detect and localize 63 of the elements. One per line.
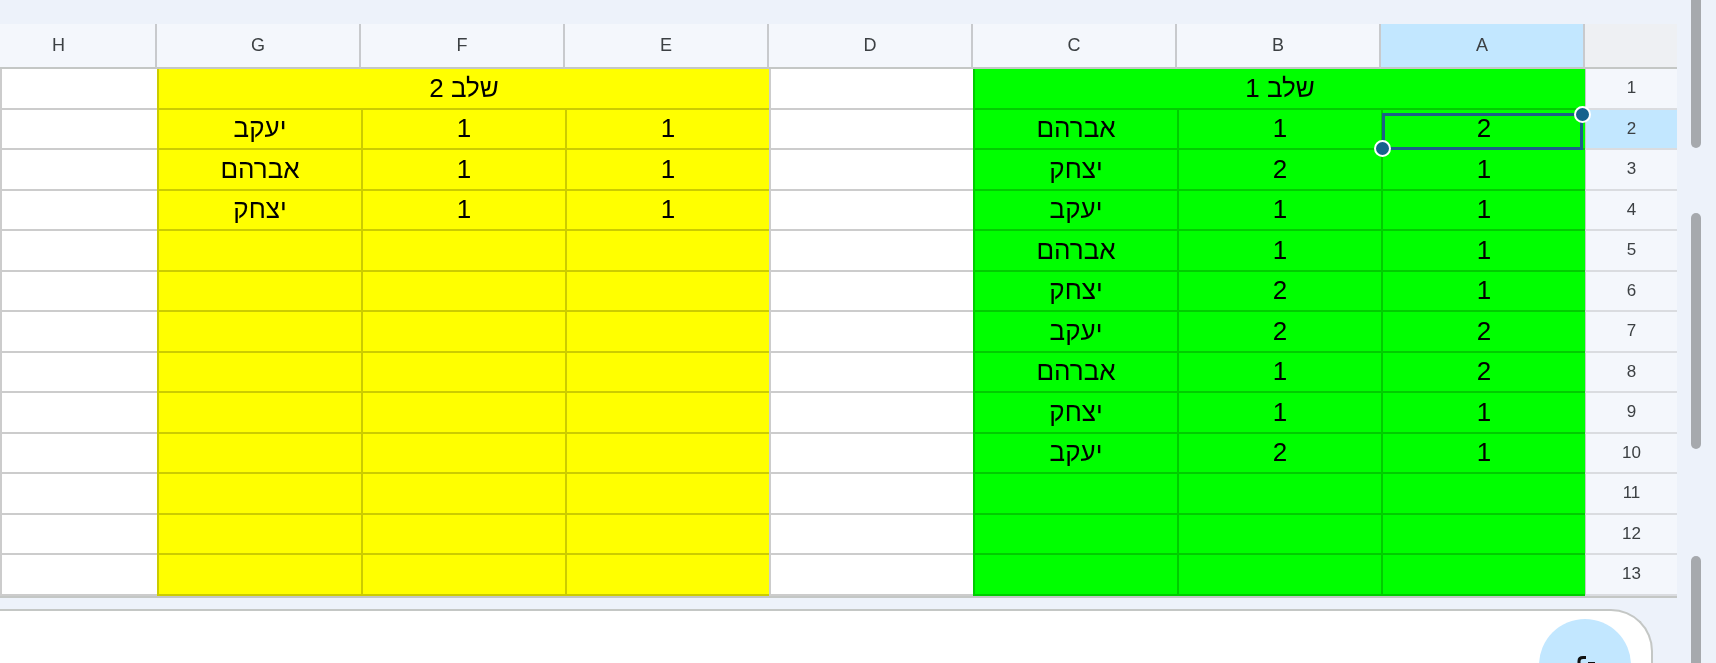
row-header[interactable]: 5 (1585, 231, 1677, 272)
row-header[interactable]: 3 (1585, 150, 1677, 191)
table-cell: 2 (1177, 312, 1381, 353)
table-cell: 1 (1177, 109, 1381, 150)
row-header[interactable]: 1 (1585, 69, 1677, 110)
table-cell: 1 (361, 190, 565, 231)
scrollbar-thumb[interactable] (1691, 213, 1701, 449)
table-cell: 1 (565, 150, 769, 191)
table-cell: 1 (1381, 231, 1585, 272)
table-cell: אברהם (973, 109, 1177, 150)
row-header[interactable]: 9 (1585, 393, 1677, 434)
table-cell: יצחק (157, 190, 361, 231)
table-cell: אברהם (973, 231, 1177, 272)
column-header[interactable]: A (1381, 24, 1585, 69)
table-cell: יעקב (973, 190, 1177, 231)
select-all-corner[interactable] (1585, 24, 1677, 69)
column-header[interactable]: C (973, 24, 1177, 69)
column-header[interactable]: G (157, 24, 361, 69)
table-cell: 1 (361, 150, 565, 191)
table-cell: יצחק (973, 271, 1177, 312)
table-cell: 1 (1177, 352, 1381, 393)
row-header[interactable]: 4 (1585, 190, 1677, 231)
table-cell: 1 (1381, 150, 1585, 191)
table-cell: 1 (1381, 393, 1585, 434)
column-header[interactable]: H (0, 24, 157, 69)
row-header[interactable]: 8 (1585, 352, 1677, 393)
column-header[interactable]: E (565, 24, 769, 69)
column-header[interactable]: D (769, 24, 973, 69)
table-cell: יעקב (973, 312, 1177, 353)
table-cell: יעקב (973, 433, 1177, 474)
table-cell: יצחק (973, 150, 1177, 191)
table-cell: 2 (1177, 150, 1381, 191)
row-header[interactable]: 7 (1585, 312, 1677, 353)
column-header[interactable]: F (361, 24, 565, 69)
row-header[interactable]: 13 (1585, 555, 1677, 596)
table-cell: יצחק (973, 393, 1177, 434)
row-header[interactable]: 12 (1585, 514, 1677, 555)
table-cell: אברהם (157, 150, 361, 191)
table-cell: 1 (565, 109, 769, 150)
table-cell: 1 (1177, 393, 1381, 434)
table-cell: יעקב (157, 109, 361, 150)
table-cell: 1 (1381, 433, 1585, 474)
table-cell: 2 (1381, 352, 1585, 393)
row-header[interactable]: 11 (1585, 474, 1677, 515)
row-header[interactable]: 10 (1585, 433, 1677, 474)
table-cell: 1 (361, 109, 565, 150)
row-header[interactable]: 6 (1585, 271, 1677, 312)
table-cell: אברהם (973, 352, 1177, 393)
column-header[interactable]: B (1177, 24, 1381, 69)
table-cell: 1 (1381, 271, 1585, 312)
row-header[interactable]: 2 (1585, 109, 1677, 150)
table-cell: שלב 2 (157, 69, 769, 110)
scrollbar-thumb[interactable] (1691, 0, 1701, 148)
table-cell: שלב 1 (973, 69, 1585, 110)
scrollbar-thumb[interactable] (1691, 556, 1701, 663)
table-cell: 2 (1381, 312, 1585, 353)
table-cell: 1 (1177, 231, 1381, 272)
formula-field[interactable] (0, 608, 1653, 663)
table-cell: 1 (1381, 190, 1585, 231)
table-cell: 1 (565, 190, 769, 231)
table-cell: 2 (1177, 271, 1381, 312)
table-cell: 1 (1177, 190, 1381, 231)
table-cell: 2 (1177, 433, 1381, 474)
